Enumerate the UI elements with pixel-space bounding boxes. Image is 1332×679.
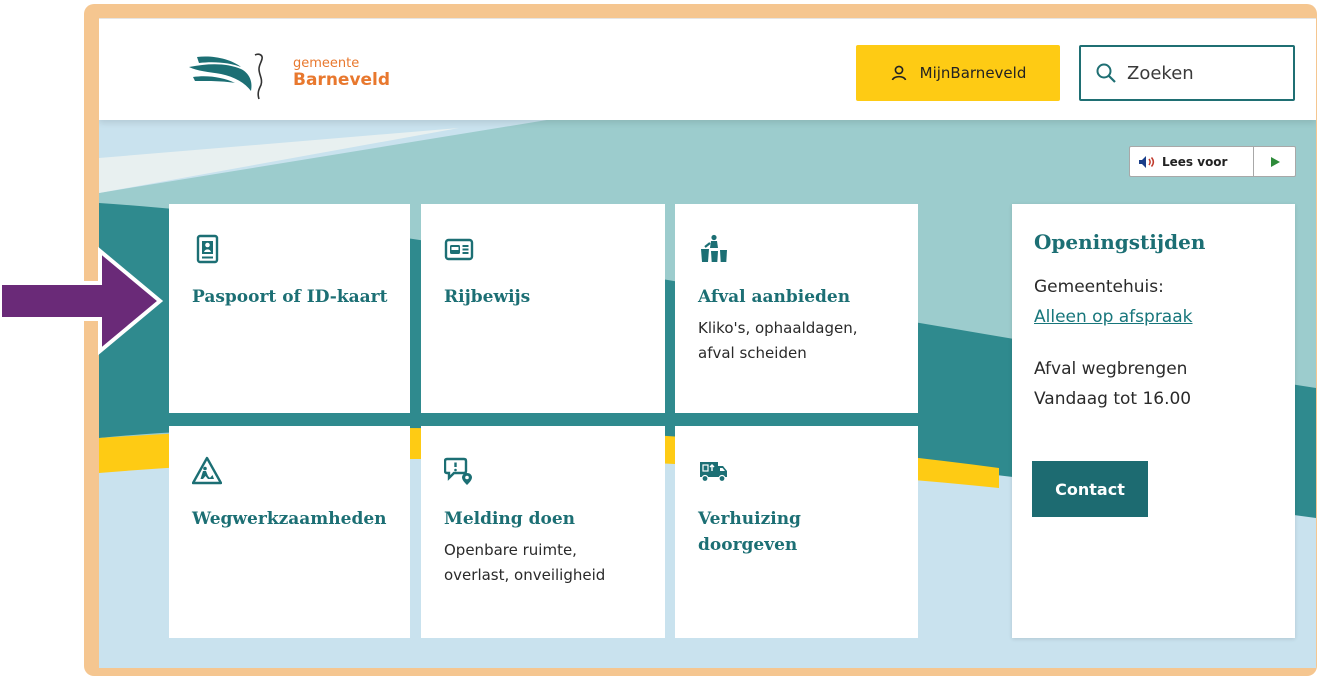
waste-bins-icon (701, 234, 727, 262)
mijn-barneveld-label: MijnBarneveld (919, 64, 1027, 82)
bird-logo-icon (189, 53, 263, 100)
contact-button[interactable]: Contact (1032, 461, 1148, 517)
tile-subtitle: Kliko's, ophaaldagen, afval scheiden (698, 319, 858, 362)
tile-title: Rijbewijs (444, 287, 531, 307)
tile-title: Melding doen (444, 509, 576, 529)
waste-hours: Vandaag tot 16.00 (1034, 389, 1192, 409)
tile-title: Afval aanbieden (698, 287, 851, 307)
logo-big-text: Barneveld (293, 70, 391, 90)
tile-title: Wegwerkzaamheden (192, 509, 387, 529)
driving-license-icon (444, 238, 474, 261)
report-location-icon (444, 457, 472, 485)
mijn-barneveld-button[interactable]: MijnBarneveld (856, 45, 1060, 101)
waste-label: Afval wegbrengen (1034, 359, 1188, 379)
tile-afval-aanbieden[interactable]: Afval aanbieden Kliko's, ophaaldagen, afv… (675, 204, 918, 413)
tile-wegwerkzaamheden[interactable]: Wegwerkzaamheden (169, 426, 410, 638)
tile-subtitle: Openbare ruimte, overlast, onveiligheid (444, 541, 606, 584)
read-aloud-label: Lees voor (1162, 154, 1228, 169)
site-header: gemeente Barneveld MijnBarneveld Zoeken (99, 18, 1316, 120)
play-button[interactable] (1254, 147, 1295, 176)
search-button[interactable]: Zoeken (1079, 45, 1295, 101)
tile-title: Paspoort of ID-kaart (192, 287, 388, 307)
municipality-logo[interactable]: gemeente Barneveld (189, 49, 399, 100)
moving-truck-icon (700, 462, 727, 483)
speaker-icon (1139, 155, 1155, 168)
appointment-link[interactable]: Alleen op afspraak (1034, 302, 1193, 332)
read-aloud-button[interactable]: Lees voor (1130, 147, 1254, 176)
tile-title: Verhuizing doorgeven (698, 509, 801, 555)
tile-paspoort[interactable]: Paspoort of ID-kaart (169, 204, 410, 413)
tile-rijbewijs[interactable]: Rijbewijs (421, 204, 665, 413)
tile-melding-doen[interactable]: Melding doen Openbare ruimte, overlast, o… (421, 426, 665, 638)
passport-icon (196, 234, 219, 264)
page-viewport: gemeente Barneveld MijnBarneveld Zoeken (99, 18, 1316, 668)
roadworks-icon (192, 456, 222, 485)
building-label: Gemeentehuis: (1034, 277, 1164, 297)
play-icon (1270, 156, 1280, 167)
opening-hours-title: Openingstijden (1034, 230, 1206, 254)
user-icon (891, 65, 906, 81)
search-label: Zoeken (1127, 62, 1194, 84)
tile-verhuizing-doorgeven[interactable]: Verhuizing doorgeven (675, 426, 918, 638)
readspeaker-widget: Lees voor (1129, 146, 1296, 177)
search-icon (1096, 63, 1116, 83)
annotation-arrow-icon (0, 246, 164, 356)
logo-small-text: gemeente (293, 56, 360, 71)
opening-hours-panel: Openingstijden Gemeentehuis: Alleen op a… (1012, 204, 1295, 638)
